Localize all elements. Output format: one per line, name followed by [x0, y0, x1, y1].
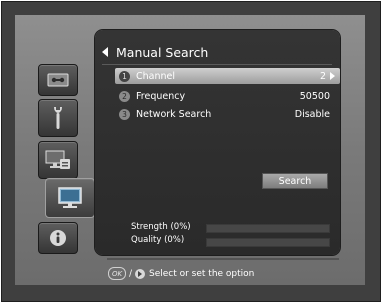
row-value: 2	[319, 70, 326, 82]
strength-label: Strength (0%)	[131, 222, 191, 232]
tv-icon	[57, 186, 83, 210]
ok-key-icon: OK	[108, 267, 127, 280]
side-menu-installation[interactable]	[45, 178, 95, 218]
row-number: 3	[119, 108, 130, 120]
row-number: 2	[119, 90, 130, 102]
right-arrow-icon[interactable]	[330, 72, 335, 80]
row-number: 1	[119, 70, 130, 82]
footer-hint: OK / Select or set the option	[108, 267, 254, 280]
search-button[interactable]: Search	[262, 173, 328, 189]
monitor-settings-icon	[45, 149, 71, 171]
frequency-row[interactable]: 2 Frequency 50500	[115, 88, 340, 104]
network-search-row[interactable]: 3 Network Search Disable	[115, 106, 340, 122]
strength-bar	[206, 224, 330, 233]
row-label: Frequency	[136, 90, 186, 102]
row-label: Network Search	[136, 108, 212, 120]
right-key-icon	[134, 268, 145, 279]
row-label: Channel	[136, 70, 176, 82]
panel-bottom-divider	[107, 258, 339, 260]
side-menu-display[interactable]	[38, 141, 78, 179]
row-value: Disable	[294, 108, 330, 120]
title-divider	[102, 64, 332, 65]
key-separator: /	[129, 268, 132, 279]
quality-label: Quality (0%)	[131, 235, 185, 245]
row-value: 50500	[299, 90, 330, 102]
title-bar: Manual Search	[102, 42, 208, 62]
info-icon	[49, 229, 67, 247]
side-menu-settings[interactable]	[38, 99, 78, 137]
back-arrow-icon[interactable]	[102, 47, 108, 57]
channel-row[interactable]: 1 Channel 2	[115, 68, 340, 84]
side-menu-info[interactable]	[38, 222, 78, 254]
tape-icon	[47, 73, 69, 87]
page-title: Manual Search	[116, 44, 209, 60]
quality-bar	[206, 238, 330, 247]
wrench-icon	[50, 105, 66, 131]
side-menu-recordings[interactable]	[38, 64, 78, 96]
footer-hint-text: Select or set the option	[148, 268, 255, 279]
